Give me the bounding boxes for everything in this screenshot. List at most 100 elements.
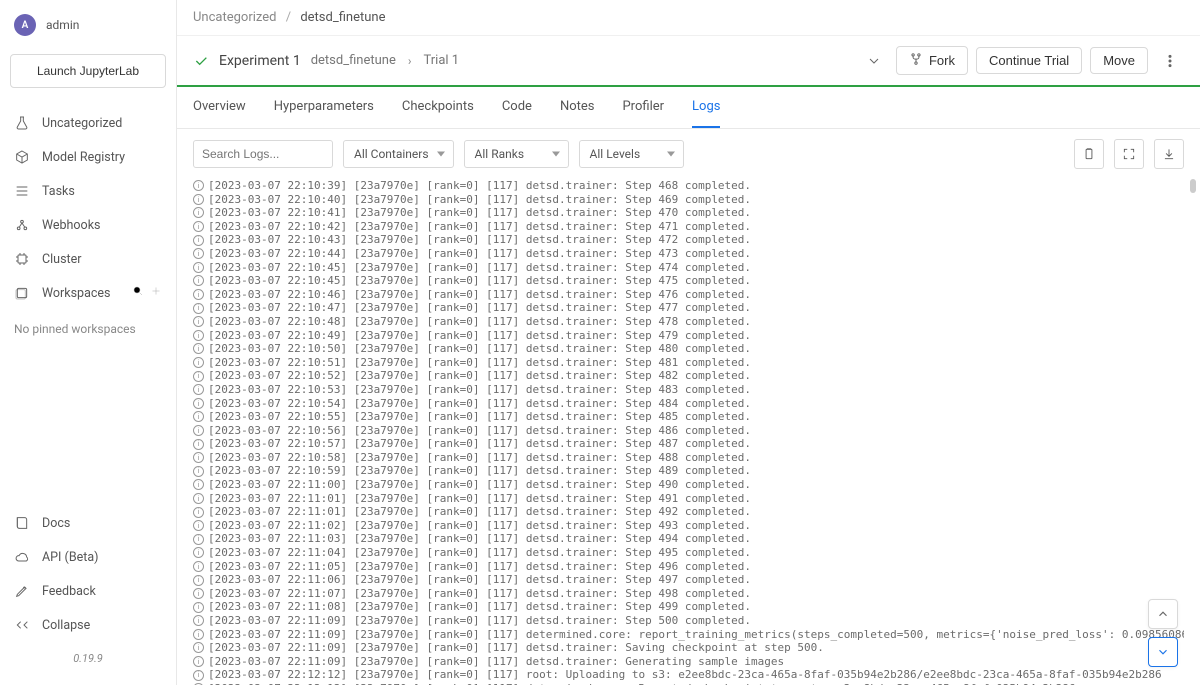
cube-icon xyxy=(14,149,30,165)
log-line: i[2023-03-07 22:10:45] [23a7970e] [rank=… xyxy=(193,261,1184,275)
flask-icon xyxy=(14,115,30,131)
book-icon xyxy=(14,515,30,531)
breadcrumb: Uncategorized / detsd_finetune xyxy=(177,0,1200,36)
nav-label: Webhooks xyxy=(42,218,100,233)
move-button[interactable]: Move xyxy=(1090,47,1148,74)
info-icon: i xyxy=(193,316,204,327)
pinned-workspaces-empty: No pinned workspaces xyxy=(0,310,176,348)
tab-checkpoints[interactable]: Checkpoints xyxy=(402,87,474,128)
nav-label: Workspaces xyxy=(42,286,111,301)
main: Uncategorized / detsd_finetune Experimen… xyxy=(177,0,1200,685)
log-line: i[2023-03-07 22:11:07] [23a7970e] [rank=… xyxy=(193,587,1184,601)
experiment-name[interactable]: Experiment 1 xyxy=(219,53,301,69)
sidebar-item-tasks[interactable]: Tasks xyxy=(6,174,170,208)
overflow-menu[interactable] xyxy=(1156,47,1184,75)
log-line: i[2023-03-07 22:10:53] [23a7970e] [rank=… xyxy=(193,383,1184,397)
log-line: i[2023-03-07 22:10:56] [23a7970e] [rank=… xyxy=(193,424,1184,438)
tab-profiler[interactable]: Profiler xyxy=(622,87,664,128)
fork-button[interactable]: Fork xyxy=(896,46,968,75)
nav-label: Model Registry xyxy=(42,150,125,165)
tab-hyperparameters[interactable]: Hyperparameters xyxy=(274,87,374,128)
levels-filter[interactable]: All Levels xyxy=(579,140,684,168)
experiment-header: Experiment 1 detsd_finetune › Trial 1 Fo… xyxy=(177,36,1200,87)
log-line: i[2023-03-07 22:11:03] [23a7970e] [rank=… xyxy=(193,532,1184,546)
info-icon: i xyxy=(193,194,204,205)
log-line: i[2023-03-07 22:10:57] [23a7970e] [rank=… xyxy=(193,437,1184,451)
breadcrumb-sep: / xyxy=(286,10,291,25)
tab-overview[interactable]: Overview xyxy=(193,87,246,128)
sidebar-item-collapse[interactable]: Collapse xyxy=(6,608,170,642)
log-line: i[2023-03-07 22:10:45] [23a7970e] [rank=… xyxy=(193,274,1184,288)
log-line: i[2023-03-07 22:10:55] [23a7970e] [rank=… xyxy=(193,410,1184,424)
tab-code[interactable]: Code xyxy=(502,87,532,128)
scroll-top-button[interactable] xyxy=(1148,599,1178,629)
continue-trial-button[interactable]: Continue Trial xyxy=(976,47,1082,74)
nav-label: Collapse xyxy=(42,618,90,633)
log-viewer[interactable]: i[2023-03-07 22:10:39] [23a7970e] [rank=… xyxy=(177,179,1200,685)
collapse-icon xyxy=(14,617,30,633)
fork-label: Fork xyxy=(929,53,955,68)
info-icon: i xyxy=(193,466,204,477)
ranks-filter[interactable]: All Ranks xyxy=(464,140,569,168)
breadcrumb-parent[interactable]: Uncategorized xyxy=(193,10,276,25)
search-logs-input[interactable] xyxy=(193,140,333,168)
tab-logs[interactable]: Logs xyxy=(692,87,720,128)
info-icon: i xyxy=(193,180,204,191)
sidebar-item-model-registry[interactable]: Model Registry xyxy=(6,140,170,174)
log-line: i[2023-03-07 22:11:09] [23a7970e] [rank=… xyxy=(193,641,1184,655)
info-icon: i xyxy=(193,493,204,504)
log-line: i[2023-03-07 22:11:08] [23a7970e] [rank=… xyxy=(193,600,1184,614)
info-icon: i xyxy=(193,479,204,490)
log-filters: All Containers All Ranks All Levels xyxy=(177,129,1200,179)
log-line: i[2023-03-07 22:10:50] [23a7970e] [rank=… xyxy=(193,342,1184,356)
info-icon: i xyxy=(193,248,204,259)
scroll-bottom-button[interactable] xyxy=(1148,637,1178,667)
cloud-icon xyxy=(14,549,30,565)
nav-label: Cluster xyxy=(42,252,81,267)
info-icon: i xyxy=(193,330,204,341)
download-icon[interactable] xyxy=(1154,139,1184,169)
info-icon: i xyxy=(193,425,204,436)
log-line: i[2023-03-07 22:10:54] [23a7970e] [rank=… xyxy=(193,397,1184,411)
fullscreen-icon[interactable] xyxy=(1114,139,1144,169)
log-line: i[2023-03-07 22:10:40] [23a7970e] [rank=… xyxy=(193,193,1184,207)
containers-filter[interactable]: All Containers xyxy=(343,140,454,168)
search-icon[interactable] xyxy=(132,285,144,301)
info-icon: i xyxy=(193,629,204,640)
log-line: i[2023-03-07 22:11:09] [23a7970e] [rank=… xyxy=(193,628,1184,642)
sidebar-item-webhooks[interactable]: Webhooks xyxy=(6,208,170,242)
pencil-icon xyxy=(14,583,30,599)
plus-icon[interactable] xyxy=(150,285,162,301)
scrollbar[interactable] xyxy=(1188,179,1198,685)
chevron-right-icon: › xyxy=(408,54,412,68)
log-line: i[2023-03-07 22:12:12] [23a7970e] [rank=… xyxy=(193,668,1184,682)
sidebar-item-api[interactable]: API (Beta) xyxy=(6,540,170,574)
log-line: i[2023-03-07 22:11:06] [23a7970e] [rank=… xyxy=(193,573,1184,587)
info-icon: i xyxy=(193,670,204,681)
log-line: i[2023-03-07 22:10:43] [23a7970e] [rank=… xyxy=(193,233,1184,247)
breadcrumb-current: detsd_finetune xyxy=(300,10,385,25)
trial-name[interactable]: Trial 1 xyxy=(423,53,459,68)
launch-jupyterlab-button[interactable]: Launch JupyterLab xyxy=(10,54,166,88)
log-line: i[2023-03-07 22:11:04] [23a7970e] [rank=… xyxy=(193,546,1184,560)
info-icon: i xyxy=(193,371,204,382)
sidebar-item-cluster[interactable]: Cluster xyxy=(6,242,170,276)
info-icon: i xyxy=(193,384,204,395)
tab-notes[interactable]: Notes xyxy=(560,87,595,128)
log-line: i[2023-03-07 22:10:49] [23a7970e] [rank=… xyxy=(193,329,1184,343)
sidebar-item-uncategorized[interactable]: Uncategorized xyxy=(6,106,170,140)
info-icon: i xyxy=(193,588,204,599)
log-line: i[2023-03-07 22:11:05] [23a7970e] [rank=… xyxy=(193,560,1184,574)
sidebar-item-workspaces[interactable]: Workspaces xyxy=(6,276,170,310)
log-line: i[2023-03-07 22:10:59] [23a7970e] [rank=… xyxy=(193,464,1184,478)
list-icon xyxy=(14,183,30,199)
sidebar-item-docs[interactable]: Docs xyxy=(6,506,170,540)
sidebar: A admin Launch JupyterLab Uncategorized … xyxy=(0,0,177,685)
check-icon xyxy=(193,53,209,69)
dropdown-toggle[interactable] xyxy=(860,47,888,75)
sidebar-item-feedback[interactable]: Feedback xyxy=(6,574,170,608)
info-icon: i xyxy=(193,520,204,531)
clipboard-icon[interactable] xyxy=(1074,139,1104,169)
nav-label: Docs xyxy=(42,516,70,531)
user-block[interactable]: A admin xyxy=(0,0,176,48)
